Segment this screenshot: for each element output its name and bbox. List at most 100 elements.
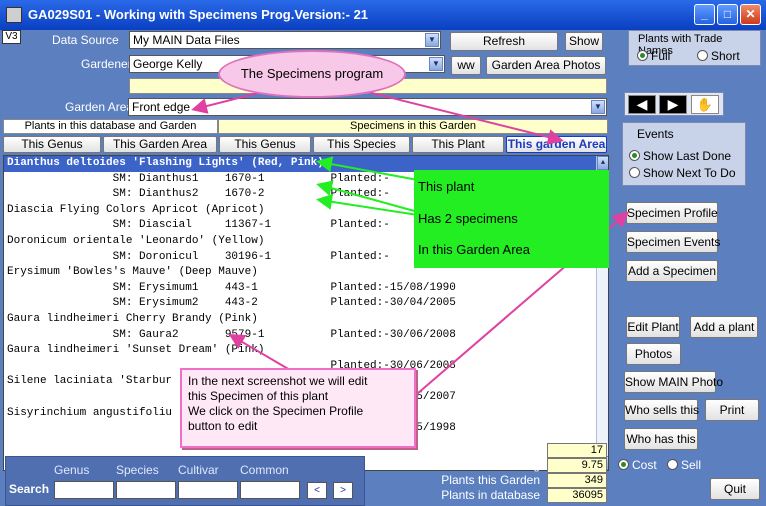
who-sells-button[interactable]: Who sells this (624, 399, 699, 421)
radio-icon (618, 459, 629, 470)
app-icon (6, 7, 22, 23)
minimize-button[interactable]: _ (694, 4, 715, 25)
species-search-input[interactable] (116, 481, 176, 499)
tab-specimen-plant[interactable]: This Plant (412, 136, 504, 153)
trade-names-group: Plants with Trade Names Full Short (628, 30, 761, 66)
refresh-button[interactable]: Refresh (450, 32, 558, 51)
plants-header: Plants in this database and Garden (3, 119, 218, 134)
specimen-profile-button[interactable]: Specimen Profile (626, 202, 718, 224)
next-to-do-label: Show Next To Do (643, 166, 736, 180)
plants-in-database-label: Plants in database (441, 488, 540, 502)
full-label: Full (651, 49, 671, 63)
gardener-value: George Kelly (133, 57, 203, 71)
list-item[interactable]: Gaura lindheimeri 'Sunset Dream' (Pink) (4, 343, 608, 359)
arrow-left-icon[interactable]: ◀ (628, 95, 656, 114)
show-next-to-do-radio[interactable]: Show Next To Do (629, 166, 736, 180)
maximize-button[interactable]: □ (717, 4, 738, 25)
radio-icon (697, 50, 708, 61)
photos-button[interactable]: Photos (626, 343, 681, 365)
data-source-select[interactable]: My MAIN Data Files ▼ (129, 31, 441, 49)
common-label: Common (240, 463, 289, 477)
plants-this-garden-label: Plants this Garden (441, 473, 540, 487)
cost-label: Cost (632, 458, 657, 472)
note-line-2: this Specimen of this plant (188, 389, 329, 403)
gardener-label: Gardener (81, 57, 132, 71)
tab-specimen-garden-area[interactable]: This garden Area (506, 136, 607, 153)
garden-area-photos-button[interactable]: Garden Area Photos (486, 56, 606, 75)
species-label: Species (116, 463, 159, 477)
plants-showing-label: Plants showing (459, 443, 540, 457)
genus-label: Genus (54, 463, 90, 477)
program-callout: The Specimens program (218, 50, 406, 98)
garden-area-select[interactable]: Front edge ▼ (128, 98, 607, 116)
title-bar: GA029S01 - Working with Specimens Prog.V… (0, 0, 766, 30)
list-item[interactable]: SM: Erysimum1 443-1 Planted:-15/08/1990 (4, 281, 608, 297)
full-radio[interactable]: Full (637, 49, 670, 63)
value-showing-label: Value showing (462, 458, 540, 472)
close-button[interactable]: ✕ (740, 4, 761, 25)
tab-this-genus[interactable]: This Genus (3, 136, 101, 153)
list-item[interactable]: SM: Erysimum2 443-2 Planted:-30/04/2005 (4, 296, 608, 312)
search-panel: Genus Species Cultivar Common Search < > (5, 456, 365, 506)
note-line-4: button to edit (188, 419, 258, 433)
hand-icon[interactable]: ✋ (691, 95, 719, 114)
list-item[interactable]: Gaura lindheimeri Cherry Brandy (Pink) (4, 312, 608, 328)
plants-this-garden-value: 349 (547, 473, 607, 488)
radio-icon (629, 150, 640, 161)
cost-radio[interactable]: Cost (618, 458, 657, 472)
common-search-input[interactable] (240, 481, 300, 499)
arrow-right-icon[interactable]: ▶ (659, 95, 687, 114)
garden-area-value: Front edge (132, 100, 191, 114)
show-main-photo-button[interactable]: Show MAIN Photo (624, 371, 723, 393)
last-done-label: Show Last Done (643, 149, 732, 163)
search-label: Search (9, 482, 50, 496)
list-item[interactable]: SM: Gaura2 9579-1 Planted:-30/06/2008 (4, 328, 608, 344)
garden-area-label: Garden Area (65, 100, 134, 114)
events-group: Events Show Last Done Show Next To Do (622, 122, 746, 186)
short-label: Short (711, 49, 740, 63)
search-next-button[interactable]: > (333, 482, 353, 499)
data-source-label: Data Source (52, 33, 119, 47)
add-specimen-button[interactable]: Add a Specimen (626, 260, 718, 282)
specimens-callout: This plant Has 2 specimens In this Garde… (414, 170, 609, 268)
add-plant-button[interactable]: Add a plant (690, 316, 758, 338)
radio-icon (637, 50, 648, 61)
show-button[interactable]: Show (565, 32, 603, 51)
cultivar-label: Cultivar (178, 463, 219, 477)
tab-specimen-species[interactable]: This Species (313, 136, 410, 153)
callout-line-1: This plant (418, 179, 475, 194)
tab-this-garden-area[interactable]: This Garden Area (103, 136, 217, 153)
sell-label: Sell (681, 458, 702, 472)
radio-icon (629, 167, 640, 178)
nav-toolbar: ◀ ▶ ✋ (624, 92, 724, 116)
callout-line-2: Has 2 specimens (418, 211, 518, 226)
who-has-button[interactable]: Who has this (624, 428, 698, 450)
plants-showing-value: 17 (547, 443, 607, 458)
quit-button[interactable]: Quit (710, 478, 760, 500)
edit-plant-button[interactable]: Edit Plant (626, 316, 680, 338)
specimen-events-button[interactable]: Specimen Events (626, 231, 720, 253)
radio-icon (667, 459, 678, 470)
genus-search-input[interactable] (54, 481, 114, 499)
chevron-down-icon[interactable]: ▼ (425, 33, 439, 47)
tab-specimen-genus[interactable]: This Genus (219, 136, 311, 153)
chevron-down-icon[interactable]: ▼ (429, 57, 443, 71)
chevron-down-icon[interactable]: ▼ (591, 100, 605, 114)
events-title: Events (637, 127, 674, 141)
window-title: GA029S01 - Working with Specimens Prog.V… (28, 7, 369, 22)
short-radio[interactable]: Short (697, 49, 740, 63)
show-last-done-radio[interactable]: Show Last Done (629, 149, 731, 163)
print-button[interactable]: Print (705, 399, 759, 421)
note-line-3: We click on the Specimen Profile (188, 404, 364, 418)
cultivar-search-input[interactable] (178, 481, 238, 499)
data-source-value: My MAIN Data Files (133, 33, 240, 47)
scroll-up-icon[interactable]: ▲ (597, 156, 608, 170)
sell-radio[interactable]: Sell (667, 458, 701, 472)
callout-line-3: In this Garden Area (418, 242, 531, 257)
ww-button[interactable]: ww (451, 56, 481, 75)
plants-in-database-value: 36095 (547, 488, 607, 503)
note-line-1: In the next screenshot we will edit (188, 374, 368, 388)
search-prev-button[interactable]: < (307, 482, 327, 499)
specimens-header: Specimens in this Garden (218, 119, 608, 134)
value-showing-value: 9.75 (547, 458, 607, 473)
